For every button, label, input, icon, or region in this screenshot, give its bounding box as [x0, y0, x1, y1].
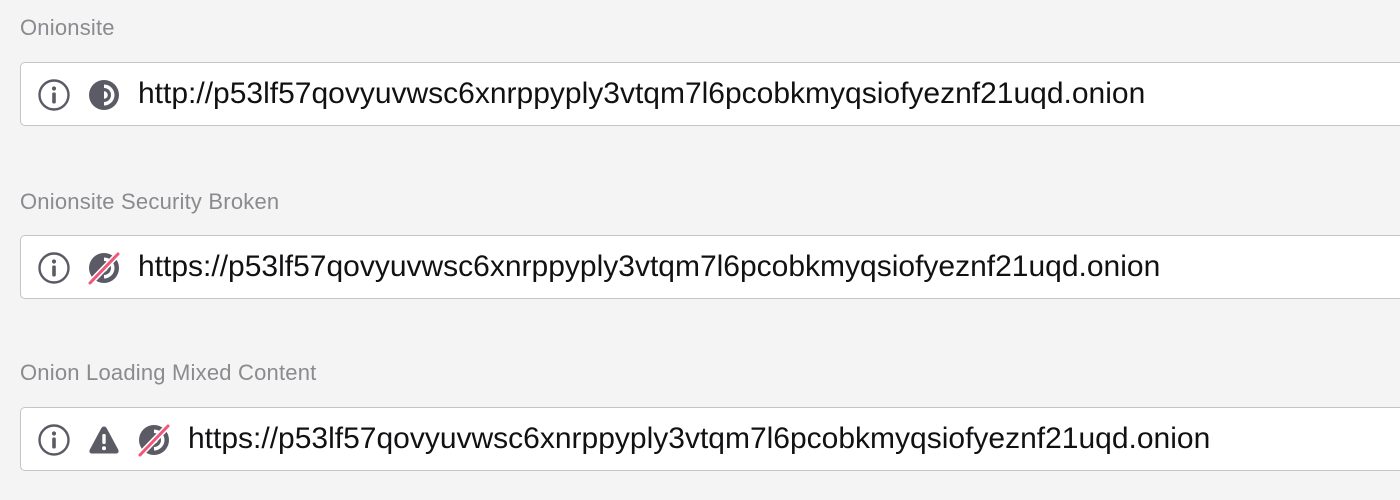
warning-icon[interactable]	[87, 423, 121, 457]
info-icon[interactable]	[37, 423, 71, 457]
section-label: Onion Loading Mixed Content	[20, 360, 317, 385]
section-label: Onionsite Security Broken	[20, 189, 280, 214]
onion-broken-icon[interactable]	[87, 251, 121, 285]
url-bar[interactable]: http://p53lf57qovyuvwsc6xnrppyply3vtqm7l…	[20, 62, 1400, 126]
onion-broken-icon[interactable]	[137, 423, 171, 457]
url-bar[interactable]: https://p53lf57qovyuvwsc6xnrppyply3vtqm7…	[20, 235, 1400, 299]
url-text[interactable]: http://p53lf57qovyuvwsc6xnrppyply3vtqm7l…	[138, 63, 1145, 124]
url-bar[interactable]: https://p53lf57qovyuvwsc6xnrppyply3vtqm7…	[20, 407, 1400, 471]
info-icon[interactable]	[37, 251, 71, 285]
section-label: Onionsite	[20, 15, 115, 40]
info-icon[interactable]	[37, 78, 71, 112]
url-text[interactable]: https://p53lf57qovyuvwsc6xnrppyply3vtqm7…	[188, 408, 1210, 469]
onion-icon[interactable]	[87, 78, 121, 112]
url-text[interactable]: https://p53lf57qovyuvwsc6xnrppyply3vtqm7…	[138, 236, 1160, 297]
